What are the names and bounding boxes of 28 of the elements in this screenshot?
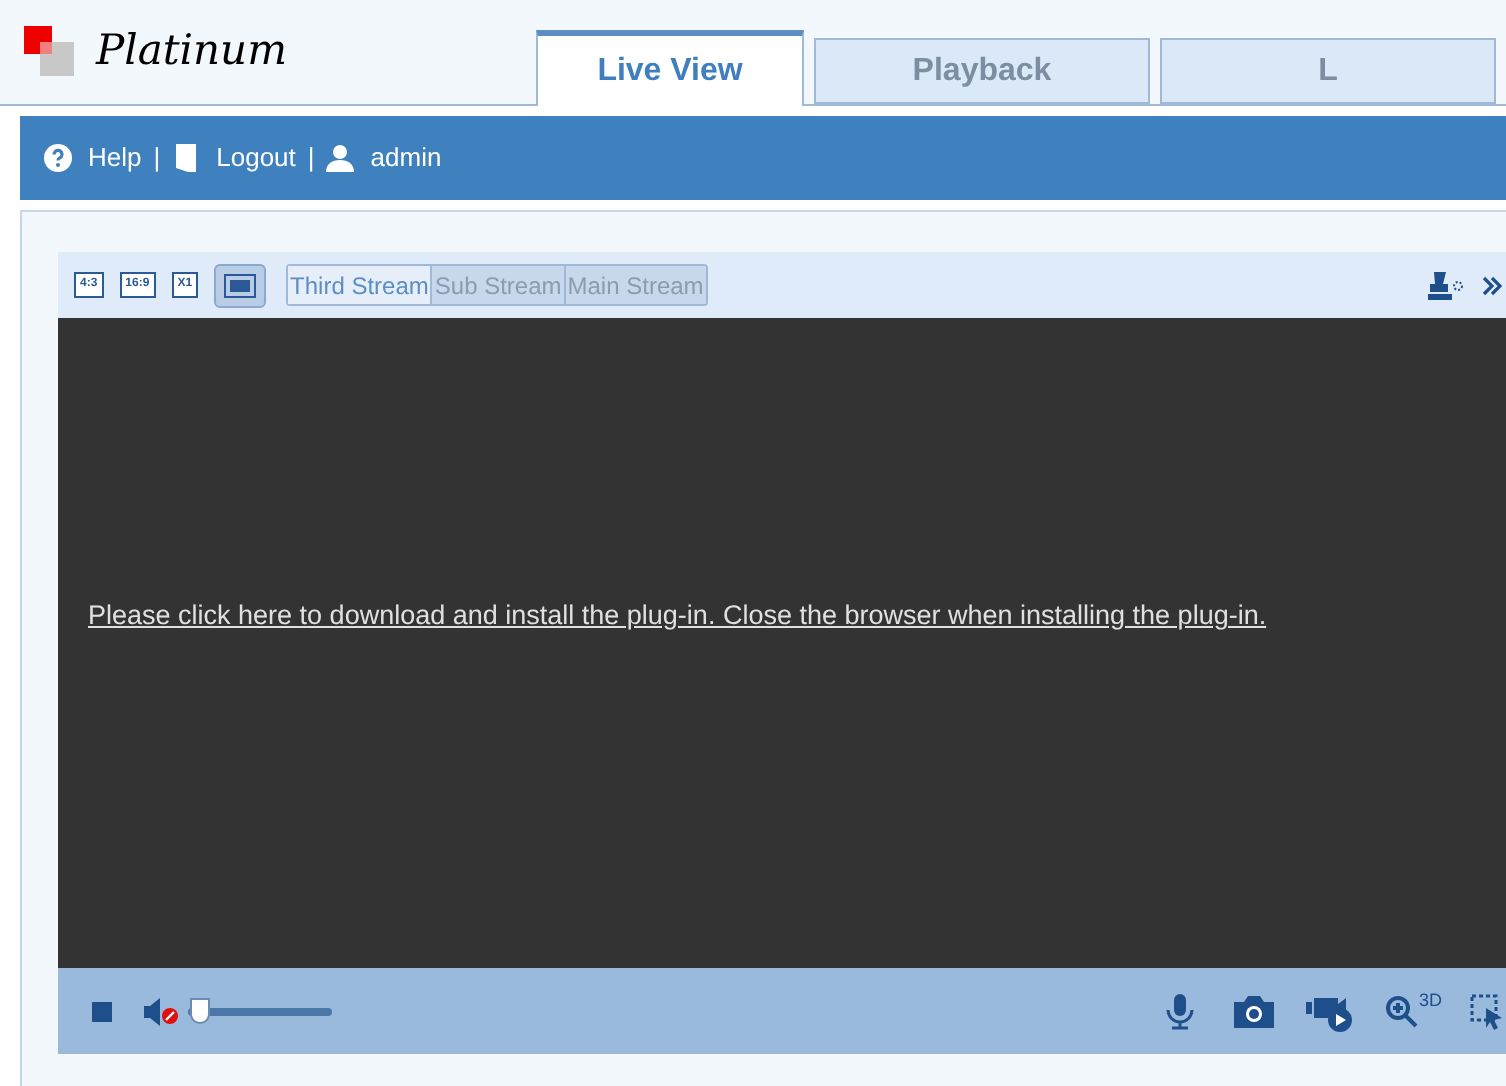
speaker-icon[interactable] xyxy=(144,997,180,1025)
fit-button[interactable] xyxy=(214,263,267,307)
nav-tab[interactable]: L xyxy=(1160,38,1496,104)
logo-icon xyxy=(24,26,76,78)
camera-icon[interactable] xyxy=(1234,995,1275,1027)
zoom-3d-label: 3D xyxy=(1418,987,1442,1013)
stop-icon[interactable] xyxy=(92,1001,112,1021)
fit-icon xyxy=(224,273,257,297)
help-icon xyxy=(44,144,72,172)
separator: | xyxy=(153,140,161,177)
volume-slider[interactable] xyxy=(188,997,332,1025)
stamp-icon[interactable] xyxy=(1426,271,1466,299)
door-icon xyxy=(172,142,201,174)
user-link[interactable]: admin xyxy=(370,138,442,178)
user-icon xyxy=(326,144,355,172)
nav-tab[interactable]: Live View xyxy=(536,30,804,106)
logo-text: Platinum xyxy=(96,24,287,79)
region-select-icon[interactable] xyxy=(1470,993,1506,1029)
user-link[interactable]: Help xyxy=(88,138,142,178)
nav-tab[interactable]: Playback xyxy=(814,38,1150,104)
plugin-download-link[interactable]: Please click here to download and install the plug-in. Close the browser when installing the plug-in. xyxy=(88,596,1267,638)
separator: | xyxy=(307,140,315,177)
double-chevron-icon[interactable] xyxy=(1482,275,1502,295)
user-link[interactable]: Logout xyxy=(216,138,296,178)
stream-tab[interactable]: Third Stream xyxy=(288,266,433,304)
volume-thumb[interactable] xyxy=(190,997,211,1023)
microphone-icon[interactable] xyxy=(1166,993,1195,1029)
zoom-in-icon[interactable] xyxy=(1386,995,1419,1027)
